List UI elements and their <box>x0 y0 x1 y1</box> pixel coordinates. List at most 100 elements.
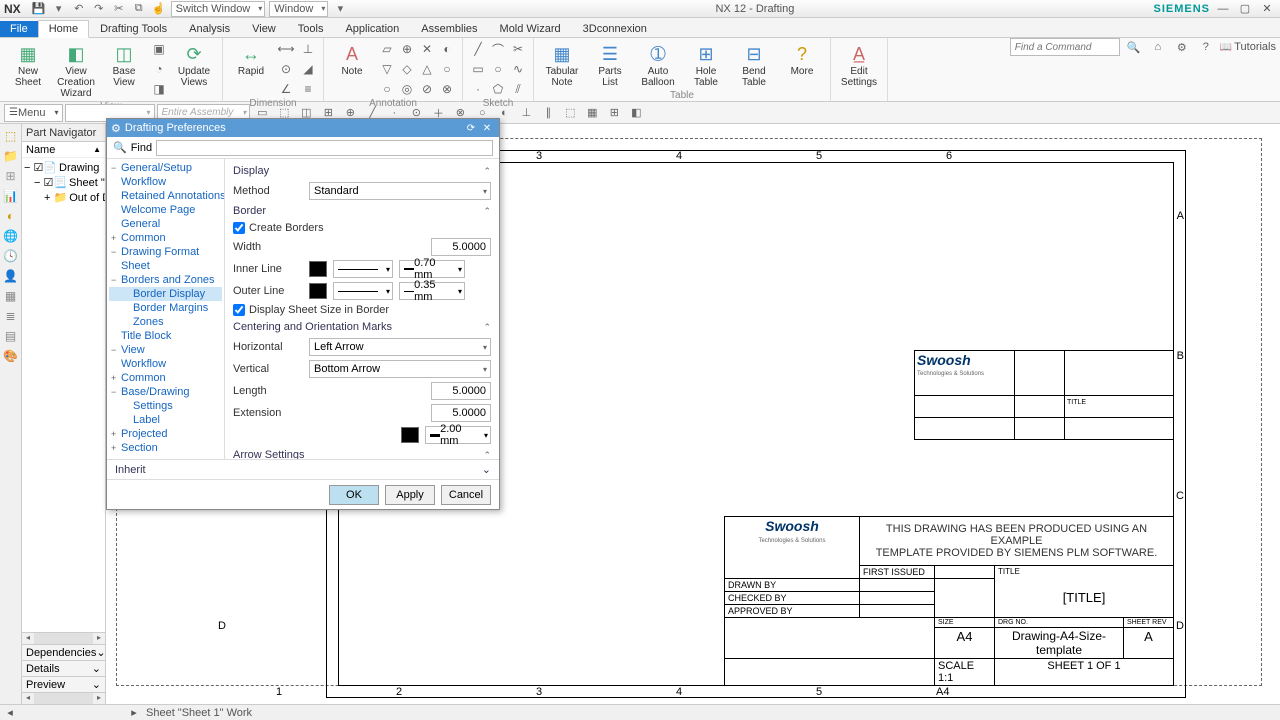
method-combo[interactable]: Standard <box>309 182 491 200</box>
tree-workflow[interactable]: Workflow <box>109 175 222 189</box>
tree-general-setup[interactable]: −General/Setup <box>109 161 222 175</box>
ann-icon-7[interactable]: △ <box>418 60 436 78</box>
part-nav-icon[interactable]: 📁 <box>3 148 19 164</box>
tree-base-drawing[interactable]: −Base/Drawing <box>109 385 222 399</box>
sheet-nav-icon[interactable]: ▤ <box>3 328 19 344</box>
outer-color-swatch[interactable] <box>309 283 327 299</box>
tree-common[interactable]: +Common <box>109 231 222 245</box>
extension-input[interactable] <box>431 404 491 422</box>
ord-dim-icon[interactable]: ⊥ <box>299 40 317 58</box>
ann-icon-6[interactable]: ◇ <box>398 60 416 78</box>
ann-icon-1[interactable]: ▱ <box>378 40 396 58</box>
tutorials-link[interactable]: 📖 Tutorials <box>1220 41 1276 53</box>
tab-application[interactable]: Application <box>334 20 410 37</box>
radial-dim-icon[interactable]: ⊙ <box>277 60 295 78</box>
inner-color-swatch[interactable] <box>309 261 327 277</box>
ann-icon-12[interactable]: ⊗ <box>438 80 456 98</box>
qat-more-icon[interactable]: ▾ <box>332 1 348 17</box>
thick-dim-icon[interactable]: ≡ <box>299 80 317 98</box>
apply-button[interactable]: Apply <box>385 485 435 505</box>
qat-dropdown-icon[interactable]: ▾ <box>51 1 67 17</box>
tab-assemblies[interactable]: Assemblies <box>410 20 488 37</box>
tree-border-margins[interactable]: Border Margins <box>109 301 222 315</box>
assemblies-nav-icon[interactable]: ⬚ <box>3 128 19 144</box>
tab-home[interactable]: Home <box>38 20 89 38</box>
dialog-reset-icon[interactable]: ⟳ <box>463 121 479 135</box>
note-button[interactable]: ANote <box>330 40 374 79</box>
undo-icon[interactable]: ↶ <box>71 1 87 17</box>
tree-sheet[interactable]: Sheet <box>109 259 222 273</box>
tree-title-block[interactable]: Title Block <box>109 329 222 343</box>
inherit-section[interactable]: Inherit⌄ <box>107 459 499 479</box>
ann-icon-2[interactable]: ⊕ <box>398 40 416 58</box>
sk-line-icon[interactable]: ╱ <box>469 40 487 58</box>
tree-section[interactable]: +Section <box>109 441 222 455</box>
create-borders-check[interactable] <box>233 222 245 234</box>
new-sheet-button[interactable]: ▦New Sheet <box>6 40 50 90</box>
horizontal-combo[interactable]: Left Arrow <box>309 338 491 356</box>
find-command-input[interactable] <box>1010 38 1120 56</box>
border-section[interactable]: Border⌃ <box>233 203 491 219</box>
cut-icon[interactable]: ✂ <box>111 1 127 17</box>
sk-poly-icon[interactable]: ⬠ <box>489 80 507 98</box>
ann-icon-5[interactable]: ▽ <box>378 60 396 78</box>
cancel-button[interactable]: Cancel <box>441 485 491 505</box>
inner-line-style-combo[interactable] <box>333 260 393 278</box>
tree-drawing-format[interactable]: −Drawing Format <box>109 245 222 259</box>
copy-icon[interactable]: ⧉ <box>131 1 147 17</box>
help-icon[interactable]: ? <box>1196 38 1216 56</box>
tab-mold-wizard[interactable]: Mold Wizard <box>489 20 572 37</box>
update-views-button[interactable]: ⟳Update Views <box>172 40 216 90</box>
tree-border-display[interactable]: Border Display <box>109 287 222 301</box>
sys-scene-icon[interactable]: ▦ <box>3 288 19 304</box>
edit-settings-button[interactable]: A̲Edit Settings <box>837 40 881 90</box>
tree-workflow2[interactable]: Workflow <box>109 357 222 371</box>
visual-icon[interactable]: 🎨 <box>3 348 19 364</box>
dialog-close-icon[interactable]: ✕ <box>479 121 495 135</box>
reuse-lib-icon[interactable]: 📊 <box>3 188 19 204</box>
help-settings-icon[interactable]: ⚙ <box>1172 38 1192 56</box>
inner-line-weight-combo[interactable]: 0.70 mm <box>399 260 465 278</box>
more-table-button[interactable]: ?More <box>780 40 824 79</box>
sk-point-icon[interactable]: · <box>469 80 487 98</box>
arrow-section[interactable]: Arrow Settings⌃ <box>233 447 491 459</box>
ann-icon-8[interactable]: ○ <box>438 60 456 78</box>
touch-icon[interactable]: ☝ <box>151 1 167 17</box>
tree-retained[interactable]: Retained Annotations <box>109 189 222 203</box>
search-icon[interactable]: 🔍 <box>1124 38 1144 56</box>
dependencies-section[interactable]: Dependencies⌄ <box>22 644 105 660</box>
view-creation-wizard-button[interactable]: ◧View Creation Wizard <box>54 40 98 101</box>
close-button[interactable]: ✕ <box>1258 2 1276 16</box>
base-view-button[interactable]: ◫Base View <box>102 40 146 90</box>
hd3d-icon[interactable]: ◐ <box>3 208 19 224</box>
outer-line-style-combo[interactable] <box>333 282 393 300</box>
vertical-combo[interactable]: Bottom Arrow <box>309 360 491 378</box>
width-input[interactable] <box>431 238 491 256</box>
tree-sheet[interactable]: − ☑📃Sheet "S <box>24 175 103 190</box>
help-home-icon[interactable]: ⌂ <box>1148 38 1168 56</box>
snap-icon-12[interactable]: ⊞ <box>604 104 624 122</box>
layer-icon[interactable]: ≣ <box>3 308 19 324</box>
tree-projected[interactable]: +Projected <box>109 427 222 441</box>
menu-button[interactable]: ☰ Menu <box>4 104 63 122</box>
restore-button[interactable]: ▢ <box>1236 2 1254 16</box>
preview-section[interactable]: Preview⌄ <box>22 676 105 692</box>
mark-weight-combo[interactable]: 2.00 mm <box>425 426 491 444</box>
tab-drafting-tools[interactable]: Drafting Tools <box>89 20 178 37</box>
proj-view-icon[interactable]: ▣ <box>150 40 168 58</box>
snap-icon-11[interactable]: ▦ <box>582 104 602 122</box>
chamfer-dim-icon[interactable]: ◢ <box>299 60 317 78</box>
tree-drawing[interactable]: − ☑📄Drawing <box>24 160 103 175</box>
find-input[interactable] <box>156 140 493 156</box>
parts-list-button[interactable]: ☰Parts List <box>588 40 632 90</box>
snap-icon-8[interactable]: ⊥ <box>516 104 536 122</box>
tree-general[interactable]: General <box>109 217 222 231</box>
sk-circ-icon[interactable]: ○ <box>489 60 507 78</box>
minimize-button[interactable]: — <box>1214 2 1232 16</box>
detail-view-icon[interactable]: ◔ <box>150 60 168 78</box>
browser-icon[interactable]: 🌐 <box>3 228 19 244</box>
rapid-dim-button[interactable]: ↔Rapid <box>229 40 273 79</box>
length-input[interactable] <box>431 382 491 400</box>
linear-dim-icon[interactable]: ⟷ <box>277 40 295 58</box>
ann-icon-11[interactable]: ⊘ <box>418 80 436 98</box>
